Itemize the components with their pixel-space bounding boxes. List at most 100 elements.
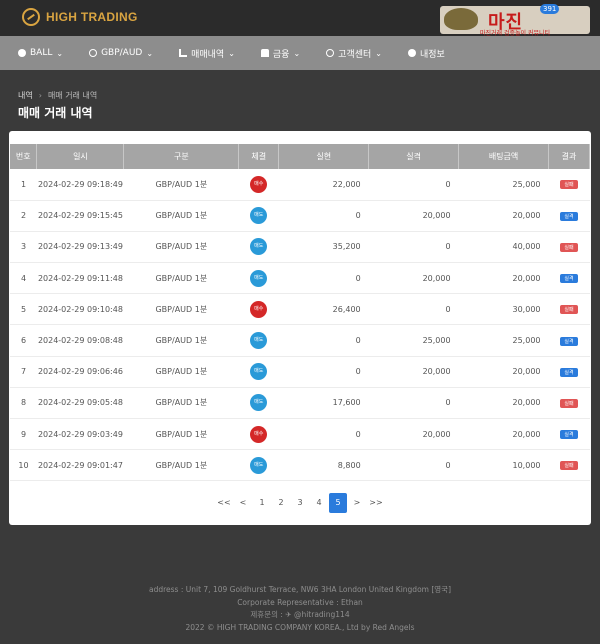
cell-no: 4 bbox=[10, 262, 37, 295]
community-badge[interactable]: 마진 391 마진거래 검증놀이 커뮤니티 bbox=[440, 4, 590, 38]
cell-result: 실패 bbox=[548, 449, 590, 482]
nav-item-finance[interactable]: 금융 ⌄ bbox=[260, 47, 301, 60]
nav-item-support[interactable]: 고객센터 ⌄ bbox=[326, 47, 382, 60]
cell-date: 2024-02-29 09:11:48 bbox=[36, 262, 124, 295]
header-date: 일시 bbox=[36, 144, 125, 169]
cell-type: GBP/AUD 1분 bbox=[123, 169, 239, 201]
result-badge: 실격 bbox=[560, 367, 578, 377]
table-row: 10 2024-02-29 09:01:47 GBP/AUD 1분 매도 8,800 0 1… bbox=[10, 449, 590, 482]
cell-no: 5 bbox=[10, 293, 37, 326]
cell-no: 6 bbox=[10, 324, 37, 357]
page-button-5[interactable]: 5 bbox=[329, 493, 347, 513]
cell-result: 실패 bbox=[548, 169, 590, 201]
cell-lost: 25,000 bbox=[368, 324, 459, 357]
cell-exec: 매수 bbox=[238, 293, 279, 326]
cell-date: 2024-02-29 09:10:48 bbox=[36, 293, 124, 326]
breadcrumb-root[interactable]: 내역 bbox=[18, 91, 33, 100]
header-type: 구분 bbox=[123, 144, 240, 169]
header-bet: 배팅금액 bbox=[458, 144, 549, 169]
support-icon bbox=[326, 49, 335, 57]
cell-type: GBP/AUD 1분 bbox=[123, 324, 239, 357]
cell-exec: 매도 bbox=[238, 262, 279, 295]
cell-lost: 0 bbox=[368, 169, 459, 201]
cell-type: GBP/AUD 1분 bbox=[123, 262, 239, 295]
cell-bet: 30,000 bbox=[458, 293, 549, 326]
top-bar: HIGH TRADING 마진 391 마진거래 검증놀이 커뮤니티 bbox=[0, 0, 600, 38]
cell-no: 7 bbox=[10, 356, 37, 388]
cell-type: GBP/AUD 1분 bbox=[123, 418, 239, 451]
trade-history-table: 번호 일시 구분 체결 실현 실격 배팅금액 결과 1 2024-02-29 09… bbox=[10, 144, 590, 482]
cell-realized: 0 bbox=[278, 262, 369, 295]
header-realized: 실현 bbox=[278, 144, 370, 169]
user-icon bbox=[407, 49, 416, 57]
page-title: 매매 거래 내역 bbox=[18, 106, 93, 120]
logo-icon bbox=[22, 8, 40, 26]
exec-badge: 매수 bbox=[250, 175, 268, 193]
cell-exec: 매도 bbox=[238, 324, 279, 357]
exec-badge: 매도 bbox=[250, 332, 268, 350]
main-nav: BALL ⌄ GBP/AUD ⌄ 매매내역 ⌄ 금융 ⌄ 고객센터 ⌄ 내정보 bbox=[0, 36, 600, 70]
logo[interactable]: HIGH TRADING bbox=[22, 8, 138, 26]
cell-exec: 매수 bbox=[238, 169, 279, 201]
cell-type: GBP/AUD 1분 bbox=[123, 293, 239, 326]
cell-realized: 0 bbox=[278, 324, 369, 357]
emblem-icon bbox=[444, 8, 478, 30]
cell-date: 2024-02-29 09:15:45 bbox=[36, 200, 124, 232]
exec-badge: 매도 bbox=[250, 207, 268, 225]
footer: address : Unit 7, 109 Goldhurst Terrace,… bbox=[0, 584, 600, 634]
footer-address: address : Unit 7, 109 Goldhurst Terrace,… bbox=[149, 585, 451, 594]
cell-realized: 22,000 bbox=[278, 169, 369, 201]
nav-label: 금융 bbox=[272, 49, 290, 60]
footer-contact[interactable]: 제휴문의 : ✈ @hitrading114 bbox=[0, 609, 600, 622]
result-badge: 실격 bbox=[560, 274, 578, 284]
table-header-row: 번호 일시 구분 체결 실현 실격 배팅금액 결과 bbox=[10, 144, 590, 169]
cell-lost: 0 bbox=[368, 449, 459, 482]
table-row: 2 2024-02-29 09:15:45 GBP/AUD 1분 매도 0 20,000 2… bbox=[10, 200, 590, 232]
cell-bet: 10,000 bbox=[458, 449, 549, 482]
page-last-button[interactable]: >> bbox=[367, 493, 385, 513]
footer-representative: Corporate Representative : Ethan bbox=[237, 597, 363, 607]
table-row: 1 2024-02-29 09:18:49 GBP/AUD 1분 매수 22,000 0 2… bbox=[10, 169, 590, 201]
nav-item-ball[interactable]: BALL ⌄ bbox=[18, 48, 63, 58]
cell-result: 실격 bbox=[548, 262, 590, 295]
table-row: 4 2024-02-29 09:11:48 GBP/AUD 1분 매도 0 20,000 2… bbox=[10, 262, 590, 295]
cell-bet: 25,000 bbox=[458, 169, 549, 201]
page-button-2[interactable]: 2 bbox=[272, 493, 290, 513]
badge-count: 391 bbox=[540, 4, 560, 14]
page-prev-button[interactable]: < bbox=[234, 493, 252, 513]
cell-type: GBP/AUD 1분 bbox=[123, 200, 239, 232]
page-first-button[interactable]: << bbox=[215, 493, 233, 513]
cell-type: GBP/AUD 1분 bbox=[123, 231, 239, 264]
pagination: << < 1 2 3 4 5 > >> bbox=[9, 493, 591, 513]
nav-item-gbpaud[interactable]: GBP/AUD ⌄ bbox=[89, 48, 153, 58]
table-row: 6 2024-02-29 09:08:48 GBP/AUD 1분 매도 0 25,000 2… bbox=[10, 324, 590, 357]
cell-realized: 35,200 bbox=[278, 231, 369, 264]
chevron-down-icon: ⌄ bbox=[293, 48, 301, 58]
cell-lost: 20,000 bbox=[368, 418, 459, 451]
cell-no: 3 bbox=[10, 231, 37, 264]
cell-date: 2024-02-29 09:18:49 bbox=[36, 169, 124, 201]
cell-lost: 20,000 bbox=[368, 262, 459, 295]
page-button-4[interactable]: 4 bbox=[310, 493, 328, 513]
exec-badge: 매도 bbox=[250, 394, 268, 412]
result-badge: 실격 bbox=[560, 211, 578, 221]
page-button-3[interactable]: 3 bbox=[291, 493, 309, 513]
chart-icon bbox=[179, 49, 188, 57]
cell-realized: 0 bbox=[278, 418, 369, 451]
cell-lost: 20,000 bbox=[368, 356, 459, 388]
cell-bet: 20,000 bbox=[458, 418, 549, 451]
nav-item-my-info[interactable]: 내정보 bbox=[407, 47, 445, 60]
cell-realized: 26,400 bbox=[278, 293, 369, 326]
ball-icon bbox=[18, 49, 26, 57]
cell-type: GBP/AUD 1분 bbox=[123, 387, 239, 420]
cell-date: 2024-02-29 09:01:47 bbox=[36, 449, 124, 482]
result-badge: 실패 bbox=[560, 242, 578, 252]
page-next-button[interactable]: > bbox=[348, 493, 366, 513]
nav-item-trade-history[interactable]: 매매내역 ⌄ bbox=[179, 47, 235, 60]
cell-type: GBP/AUD 1분 bbox=[123, 449, 239, 482]
table-row: 3 2024-02-29 09:13:49 GBP/AUD 1분 매도 35,200 0 4… bbox=[10, 231, 590, 264]
result-badge: 실패 bbox=[560, 398, 578, 408]
page-button-1[interactable]: 1 bbox=[253, 493, 271, 513]
chevron-down-icon: ⌄ bbox=[375, 48, 382, 58]
chevron-down-icon: ⌄ bbox=[228, 48, 235, 58]
